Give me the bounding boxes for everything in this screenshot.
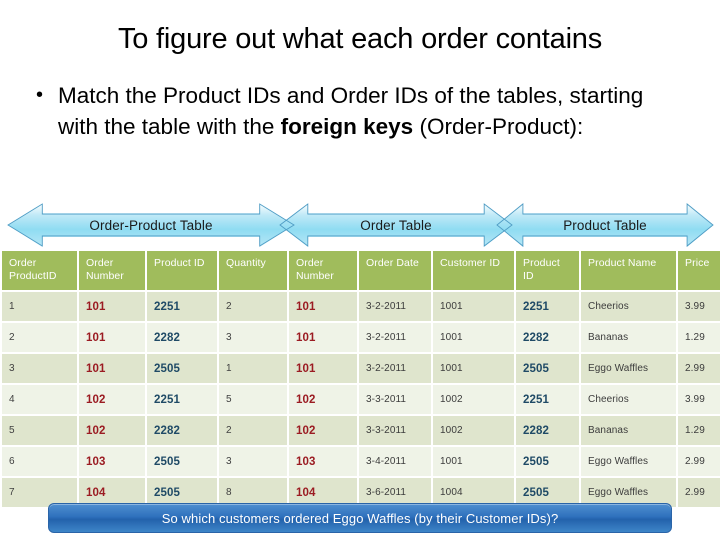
column-header-product-id: Product ID xyxy=(516,251,579,290)
cell-price: 2.99 xyxy=(678,478,720,507)
cell-order-date: 3-2-2011 xyxy=(359,323,431,352)
column-header-product-id-op: Product ID xyxy=(147,251,217,290)
table-body: 1 101 2251 2 101 3-2-2011 1001 2251 Chee… xyxy=(2,292,720,507)
column-header-order-number: Order Number xyxy=(289,251,357,290)
cell-order-number-op: 103 xyxy=(79,447,145,476)
cell-quantity: 2 xyxy=(219,292,287,321)
cell-order-number: 101 xyxy=(289,354,357,383)
table-row: 5 102 2282 2 102 3-3-2011 1002 2282 Bana… xyxy=(2,416,720,445)
cell-product-name: Cheerios xyxy=(581,385,676,414)
cell-order-number: 103 xyxy=(289,447,357,476)
cell-order-number: 101 xyxy=(289,323,357,352)
cell-order-number: 102 xyxy=(289,416,357,445)
cell-customer-id: 1001 xyxy=(433,447,514,476)
cell-order-number-op: 101 xyxy=(79,323,145,352)
cell-product-name: Eggo Waffles xyxy=(581,447,676,476)
cell-order-productid: 4 xyxy=(2,385,77,414)
table-row: 6 103 2505 3 103 3-4-2011 1001 2505 Eggo… xyxy=(2,447,720,476)
cell-product-id-op: 2282 xyxy=(147,416,217,445)
cell-product-id: 2251 xyxy=(516,292,579,321)
list-item: • Match the Product IDs and Order IDs of… xyxy=(36,80,684,142)
column-header-price: Price xyxy=(678,251,720,290)
cell-price: 2.99 xyxy=(678,354,720,383)
cell-product-id-op: 2251 xyxy=(147,385,217,414)
cell-order-number-op: 101 xyxy=(79,354,145,383)
cell-order-number: 101 xyxy=(289,292,357,321)
cell-product-id-op: 2505 xyxy=(147,447,217,476)
cell-product-id-op: 2251 xyxy=(147,292,217,321)
table-row: 1 101 2251 2 101 3-2-2011 1001 2251 Chee… xyxy=(2,292,720,321)
cell-price: 1.29 xyxy=(678,416,720,445)
table-header-row: Order ProductID Order Number Product ID … xyxy=(2,251,720,290)
column-header-customer-id: Customer ID xyxy=(433,251,514,290)
cell-quantity: 3 xyxy=(219,323,287,352)
bullet-list: • Match the Product IDs and Order IDs of… xyxy=(36,80,684,142)
table-row: 2 101 2282 3 101 3-2-2011 1001 2282 Bana… xyxy=(2,323,720,352)
cell-product-id: 2505 xyxy=(516,354,579,383)
table-label-banners: Order-Product Table Order Table Product … xyxy=(0,203,720,247)
cell-order-date: 3-2-2011 xyxy=(359,292,431,321)
cell-order-date: 3-3-2011 xyxy=(359,416,431,445)
cell-order-productid: 5 xyxy=(2,416,77,445)
table-row: 4 102 2251 5 102 3-3-2011 1002 2251 Chee… xyxy=(2,385,720,414)
cell-product-id-op: 2282 xyxy=(147,323,217,352)
cell-product-id: 2282 xyxy=(516,323,579,352)
cell-quantity: 5 xyxy=(219,385,287,414)
banner-order-table: Order Table xyxy=(280,203,512,247)
cell-order-date: 3-4-2011 xyxy=(359,447,431,476)
cell-order-productid: 1 xyxy=(2,292,77,321)
cell-order-productid: 2 xyxy=(2,323,77,352)
column-header-quantity: Quantity xyxy=(219,251,287,290)
cell-order-date: 3-3-2011 xyxy=(359,385,431,414)
cell-order-date: 3-2-2011 xyxy=(359,354,431,383)
cell-customer-id: 1001 xyxy=(433,354,514,383)
column-header-product-name: Product Name xyxy=(581,251,676,290)
cell-customer-id: 1001 xyxy=(433,292,514,321)
cell-product-id-op: 2505 xyxy=(147,354,217,383)
bullet-marker-icon: • xyxy=(36,84,44,106)
cell-order-productid: 6 xyxy=(2,447,77,476)
cell-product-id: 2505 xyxy=(516,447,579,476)
banner-product-table: Product Table xyxy=(497,203,713,247)
banner-order-product-table: Order-Product Table xyxy=(8,203,294,247)
cell-product-id: 2282 xyxy=(516,416,579,445)
cell-customer-id: 1002 xyxy=(433,416,514,445)
bullet-item-text: Match the Product IDs and Order IDs of t… xyxy=(58,80,684,142)
cell-order-number: 102 xyxy=(289,385,357,414)
column-header-order-date: Order Date xyxy=(359,251,431,290)
cell-customer-id: 1002 xyxy=(433,385,514,414)
cell-price: 1.29 xyxy=(678,323,720,352)
cell-order-productid: 3 xyxy=(2,354,77,383)
cell-product-name: Bananas xyxy=(581,416,676,445)
cell-product-id: 2251 xyxy=(516,385,579,414)
cell-quantity: 2 xyxy=(219,416,287,445)
cell-price: 2.99 xyxy=(678,447,720,476)
cell-quantity: 3 xyxy=(219,447,287,476)
bullet-text-part2: (Order-Product): xyxy=(413,114,584,139)
column-header-order-productid: Order ProductID xyxy=(2,251,77,290)
orders-products-table: Order ProductID Order Number Product ID … xyxy=(0,249,720,509)
cell-product-name: Bananas xyxy=(581,323,676,352)
bullet-text-emphasis: foreign keys xyxy=(280,114,414,139)
cell-order-number-op: 101 xyxy=(79,292,145,321)
column-header-order-number-op: Order Number xyxy=(79,251,145,290)
question-banner: So which customers ordered Eggo Waffles … xyxy=(48,503,672,533)
cell-customer-id: 1001 xyxy=(433,323,514,352)
cell-order-number-op: 102 xyxy=(79,385,145,414)
cell-product-name: Cheerios xyxy=(581,292,676,321)
cell-quantity: 1 xyxy=(219,354,287,383)
banner-label: Order-Product Table xyxy=(89,217,213,233)
page-title: To figure out what each order contains xyxy=(117,23,603,55)
banner-label: Order Table xyxy=(360,217,432,233)
cell-product-name: Eggo Waffles xyxy=(581,354,676,383)
cell-price: 3.99 xyxy=(678,292,720,321)
cell-order-number-op: 102 xyxy=(79,416,145,445)
banner-label: Product Table xyxy=(563,217,647,233)
question-banner-text: So which customers ordered Eggo Waffles … xyxy=(161,510,559,526)
table-row: 3 101 2505 1 101 3-2-2011 1001 2505 Eggo… xyxy=(2,354,720,383)
cell-price: 3.99 xyxy=(678,385,720,414)
